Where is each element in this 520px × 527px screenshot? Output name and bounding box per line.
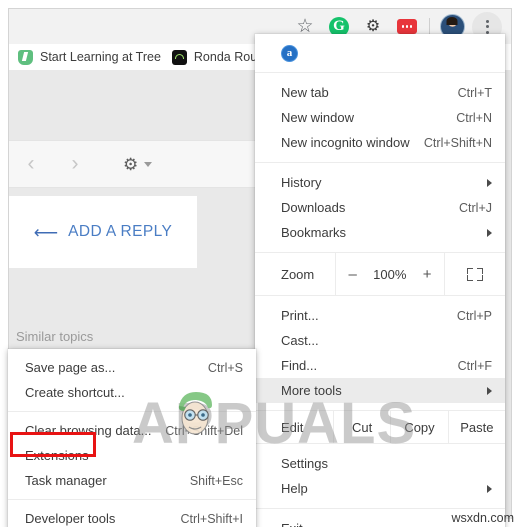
thread-settings-button[interactable]: ⚙ bbox=[123, 154, 153, 174]
fullscreen-icon bbox=[467, 267, 483, 281]
menu-item-label: Find... bbox=[281, 358, 318, 373]
submenu-group-save: Save page as... Ctrl+S Create shortcut..… bbox=[8, 349, 256, 411]
submenu-item-accelerator: Ctrl+Shift+I bbox=[180, 511, 243, 526]
submenu-item-label: Save page as... bbox=[25, 360, 116, 375]
submenu-item-accelerator: Ctrl+S bbox=[207, 360, 243, 375]
menu-item-accelerator: Ctrl+N bbox=[456, 110, 492, 125]
paste-button[interactable]: Paste bbox=[447, 411, 505, 443]
submenu-item-label: Developer tools bbox=[25, 511, 116, 526]
menu-zoom-row: Zoom – 100% + bbox=[255, 252, 505, 296]
menu-group-history: History Downloads Ctrl+J Bookmarks bbox=[255, 162, 505, 252]
menu-group-new: New tab Ctrl+T New window Ctrl+N New inc… bbox=[255, 73, 505, 162]
menu-item-label: Bookmarks bbox=[281, 225, 347, 240]
menu-item-label: Settings bbox=[281, 456, 328, 471]
submenu-item-label: Extensions bbox=[25, 448, 89, 463]
menu-extensions-row: a bbox=[255, 34, 505, 73]
fullscreen-button[interactable] bbox=[445, 253, 505, 295]
submenu-item-accelerator: Ctrl+Shift+Del bbox=[165, 423, 243, 438]
menu-item-downloads[interactable]: Downloads Ctrl+J bbox=[255, 195, 505, 220]
menu-item-history[interactable]: History bbox=[255, 170, 505, 195]
submenu-group-tools: Clear browsing data... Ctrl+Shift+Del Ex… bbox=[8, 411, 256, 499]
menu-item-cast[interactable]: Cast... bbox=[255, 328, 505, 353]
zoom-level-value: 100% bbox=[373, 266, 407, 282]
chevron-right-icon bbox=[487, 228, 492, 237]
menu-item-label: History bbox=[281, 175, 322, 190]
menu-item-label: New incognito window bbox=[281, 135, 410, 150]
submenu-item-label: Task manager bbox=[25, 473, 107, 488]
cut-button[interactable]: Cut bbox=[333, 411, 390, 443]
submenu-item-developer-tools[interactable]: Developer tools Ctrl+Shift+I bbox=[8, 506, 256, 527]
submenu-item-create-shortcut[interactable]: Create shortcut... bbox=[8, 380, 256, 405]
menu-item-new-incognito-window[interactable]: New incognito window Ctrl+Shift+N bbox=[255, 130, 505, 155]
menu-item-label: Cast... bbox=[281, 333, 319, 348]
menu-item-find[interactable]: Find... Ctrl+F bbox=[255, 353, 505, 378]
source-watermark: wsxdn.com bbox=[451, 511, 514, 525]
menu-item-label: Downloads bbox=[281, 200, 346, 215]
menu-item-accelerator: Ctrl+J bbox=[459, 200, 492, 215]
menu-item-label: More tools bbox=[281, 383, 342, 398]
reply-arrow-icon: ⟵ bbox=[33, 222, 59, 242]
menu-item-label: New window bbox=[281, 110, 354, 125]
edit-label: Edit bbox=[281, 419, 304, 435]
bookmark-label: Start Learning at Tree bbox=[40, 50, 161, 64]
submenu-item-task-manager[interactable]: Task manager Shift+Esc bbox=[8, 468, 256, 493]
more-tools-submenu: Save page as... Ctrl+S Create shortcut..… bbox=[8, 349, 256, 527]
submenu-item-label: Create shortcut... bbox=[25, 385, 125, 400]
add-reply-button[interactable]: ⟵ ADD A REPLY bbox=[9, 196, 197, 268]
add-reply-label: ADD A REPLY bbox=[68, 223, 173, 240]
menu-item-label: New tab bbox=[281, 85, 329, 100]
thread-header-bar: ‹ › ⚙ bbox=[9, 140, 256, 188]
chevron-right-icon bbox=[487, 484, 492, 493]
zoom-in-button[interactable]: + bbox=[423, 267, 432, 282]
submenu-item-extensions[interactable]: Extensions bbox=[8, 443, 256, 468]
menu-item-accelerator: Ctrl+T bbox=[457, 85, 492, 100]
menu-item-bookmarks[interactable]: Bookmarks bbox=[255, 220, 505, 245]
zoom-label: Zoom bbox=[281, 266, 315, 282]
chevron-right-icon bbox=[487, 178, 492, 187]
menu-item-more-tools[interactable]: More tools bbox=[255, 378, 505, 403]
submenu-item-label: Clear browsing data... bbox=[25, 423, 152, 438]
submenu-group-developer: Developer tools Ctrl+Shift+I bbox=[8, 499, 256, 527]
zoom-controls: – 100% + bbox=[335, 253, 445, 295]
red-extension-icon bbox=[397, 19, 417, 34]
menu-item-new-window[interactable]: New window Ctrl+N bbox=[255, 105, 505, 130]
bookmark-item-ronda[interactable]: Ronda Rou bbox=[171, 49, 258, 65]
treehouse-favicon-icon bbox=[18, 49, 33, 65]
bookmark-item-treehouse[interactable]: Start Learning at Tree bbox=[18, 49, 161, 65]
bookmark-label: Ronda Rou bbox=[193, 50, 258, 64]
menu-item-accelerator: Ctrl+F bbox=[457, 358, 492, 373]
toolbar-divider bbox=[429, 17, 430, 36]
menu-item-help[interactable]: Help bbox=[255, 476, 505, 501]
screenshot-root: ☆ G ⚙ Start Learning at Tree Ronda Rou ‹… bbox=[0, 0, 520, 527]
chevron-right-icon bbox=[487, 386, 492, 395]
copy-button[interactable]: Copy bbox=[390, 411, 447, 443]
menu-item-accelerator: Ctrl+P bbox=[456, 308, 492, 323]
submenu-item-save-page-as[interactable]: Save page as... Ctrl+S bbox=[8, 355, 256, 380]
menu-group-settings: Settings Help bbox=[255, 444, 505, 508]
submenu-item-clear-browsing-data[interactable]: Clear browsing data... Ctrl+Shift+Del bbox=[8, 418, 256, 443]
zoom-out-button[interactable]: – bbox=[348, 267, 356, 282]
bug-icon: ⚙ bbox=[365, 17, 381, 35]
gear-icon: ⚙ bbox=[123, 154, 139, 174]
menu-item-print[interactable]: Print... Ctrl+P bbox=[255, 303, 505, 328]
menu-item-label: Print... bbox=[281, 308, 319, 323]
amazon-extension-icon[interactable]: a bbox=[281, 44, 298, 62]
chevron-down-icon bbox=[144, 161, 153, 167]
menu-item-settings[interactable]: Settings bbox=[255, 451, 505, 476]
menu-item-label: Help bbox=[281, 481, 308, 496]
dark-favicon-icon bbox=[171, 49, 187, 65]
submenu-item-accelerator: Shift+Esc bbox=[189, 473, 243, 488]
menu-group-tools: Print... Ctrl+P Cast... Find... Ctrl+F M… bbox=[255, 296, 505, 410]
chrome-main-menu: a New tab Ctrl+T New window Ctrl+N New i… bbox=[255, 34, 505, 527]
menu-item-new-tab[interactable]: New tab Ctrl+T bbox=[255, 80, 505, 105]
similar-topics-heading: Similar topics bbox=[16, 329, 94, 344]
menu-item-accelerator: Ctrl+Shift+N bbox=[423, 135, 492, 150]
next-page-arrow[interactable]: › bbox=[53, 152, 97, 176]
prev-page-arrow[interactable]: ‹ bbox=[9, 152, 53, 176]
menu-edit-row: Edit Cut Copy Paste bbox=[255, 410, 505, 444]
